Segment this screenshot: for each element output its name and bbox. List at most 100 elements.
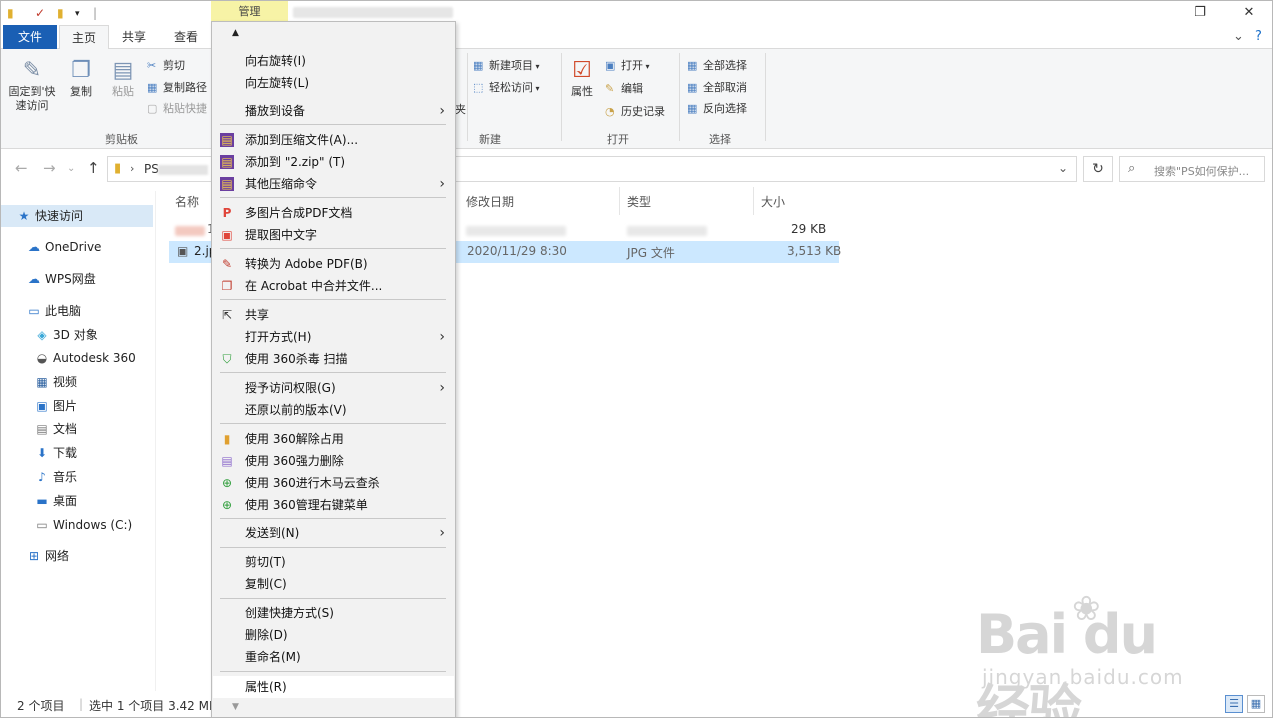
column-header-name[interactable]: 名称: [175, 193, 199, 210]
nav-item-documents[interactable]: ▤ 文档: [33, 418, 77, 440]
menu-item-menu-manage-360[interactable]: ⊕ 使用 360管理右键菜单: [212, 494, 455, 516]
properties-check-icon: ☑: [572, 58, 592, 83]
quick-access-dropdown-icon[interactable]: ▾: [75, 9, 80, 19]
pane-divider[interactable]: [155, 191, 156, 691]
menu-item-shred-360[interactable]: ▤ 使用 360强力删除: [212, 450, 455, 472]
menu-item-open-with[interactable]: 打开方式(H) ›: [212, 326, 455, 348]
cut-button[interactable]: ✂ 剪切: [147, 57, 185, 73]
scroll-up-icon[interactable]: ▲: [232, 28, 239, 38]
column-header-modified[interactable]: 修改日期: [466, 193, 514, 210]
menu-item-rotate-left[interactable]: 向左旋转(L): [212, 72, 455, 94]
menu-item-delete[interactable]: 删除(D): [212, 624, 455, 646]
nav-item-3d-objects[interactable]: ◈ 3D 对象: [33, 324, 97, 346]
paste-shortcut-button[interactable]: ▢ 粘贴快捷: [147, 100, 207, 116]
nav-item-network[interactable]: ⊞ 网络: [25, 545, 69, 567]
tab-view[interactable]: 查看: [161, 25, 211, 49]
nav-label: 图片: [53, 399, 78, 413]
edit-button[interactable]: ✎ 编辑: [605, 80, 643, 96]
search-input[interactable]: 搜索"PS如何保护...: [1154, 163, 1262, 179]
pdf-p-icon: P: [222, 206, 232, 220]
new-folder-quick-icon[interactable]: ▮: [57, 6, 64, 20]
tab-share[interactable]: 共享: [111, 25, 157, 49]
menu-item-label: 添加到 "2.zip" (T): [245, 155, 346, 169]
new-folder-partial-label: 夹: [455, 89, 466, 117]
nav-item-quick-access[interactable]: ★ 快速访问: [1, 205, 153, 227]
new-item-button[interactable]: ▦ 新建项目 ▾: [473, 57, 540, 73]
large-icons-view-button[interactable]: ▦: [1247, 695, 1265, 713]
menu-item-rename[interactable]: 重命名(M): [212, 646, 455, 668]
menu-item-cut[interactable]: 剪切(T): [212, 551, 455, 573]
menu-item-unlock-360[interactable]: ▮ 使用 360解除占用: [212, 428, 455, 450]
paste-label: 粘贴: [112, 85, 134, 98]
select-all-button[interactable]: ▦ 全部选择: [687, 57, 747, 73]
menu-item-send-to[interactable]: 发送到(N) ›: [212, 522, 455, 544]
column-header-type[interactable]: 类型: [627, 193, 651, 210]
menu-item-extract-text[interactable]: ▣ 提取图中文字: [212, 224, 455, 246]
menu-item-grant-access[interactable]: 授予访问权限(G) ›: [212, 377, 455, 399]
properties-quick-icon[interactable]: ✓: [35, 6, 45, 20]
submenu-arrow-icon: ›: [439, 525, 445, 541]
menu-item-convert-adobe-pdf[interactable]: ✎ 转换为 Adobe PDF(B): [212, 253, 455, 275]
chevron-down-icon[interactable]: ⌄: [1233, 29, 1244, 44]
file-size: 29 KB: [791, 222, 827, 236]
nav-item-downloads[interactable]: ⬇ 下载: [33, 442, 77, 464]
open-button[interactable]: ▣ 打开 ▾: [605, 57, 650, 73]
nav-item-pictures[interactable]: ▣ 图片: [33, 395, 77, 417]
restore-button[interactable]: ❐: [1190, 3, 1210, 23]
manage-context-tab[interactable]: 管理: [211, 1, 288, 23]
nav-item-onedrive[interactable]: ☁ OneDrive: [25, 236, 101, 258]
menu-item-add-to-zip[interactable]: ▤ 添加到 "2.zip" (T): [212, 151, 455, 173]
nav-item-this-pc[interactable]: ▭ 此电脑: [25, 300, 81, 322]
copy-label: 复制: [70, 85, 92, 98]
menu-item-combine-acrobat[interactable]: ❐ 在 Acrobat 中合并文件...: [212, 275, 455, 297]
file-size: 3,513 KB: [787, 244, 842, 258]
select-none-button[interactable]: ▦ 全部取消: [687, 79, 747, 95]
up-arrow-icon[interactable]: ↑: [87, 159, 100, 177]
menu-item-other-compress[interactable]: ▤ 其他压缩命令 ›: [212, 173, 455, 195]
close-button[interactable]: ✕: [1239, 3, 1259, 23]
menu-item-copy[interactable]: 复制(C): [212, 573, 455, 595]
menu-item-share[interactable]: ⇱ 共享: [212, 304, 455, 326]
column-separator[interactable]: [753, 187, 754, 215]
nav-item-wps[interactable]: ☁ WPS网盘: [25, 268, 96, 290]
nav-item-desktop[interactable]: ▬ 桌面: [33, 490, 77, 512]
address-dropdown-icon[interactable]: ⌄: [1058, 161, 1068, 175]
menu-item-merge-pdf[interactable]: P 多图片合成PDF文档: [212, 202, 455, 224]
nav-item-autodesk[interactable]: ◒ Autodesk 360: [33, 347, 136, 369]
refresh-button[interactable]: ↻: [1083, 156, 1113, 182]
forward-arrow-icon[interactable]: →: [43, 159, 56, 177]
help-icon[interactable]: ?: [1255, 29, 1262, 44]
back-arrow-icon[interactable]: ←: [15, 159, 28, 177]
menu-item-scan-360[interactable]: ⛉ 使用 360杀毒 扫描: [212, 348, 455, 370]
open-label: 打开: [621, 59, 643, 72]
pin-quick-access-button[interactable]: ✎ 固定到'快 速访问: [7, 57, 57, 113]
copy-path-button[interactable]: ▦ 复制路径: [147, 79, 207, 95]
easy-access-button[interactable]: ⬚ 轻松访问 ▾: [473, 79, 540, 95]
menu-item-properties[interactable]: 属性(R): [212, 676, 455, 698]
menu-item-rotate-right[interactable]: 向右旋转(I): [212, 50, 455, 72]
nav-item-windows-c[interactable]: ▭ Windows (C:): [33, 514, 132, 536]
properties-button[interactable]: ☑ 属性: [567, 57, 597, 99]
plus-circle-icon: ⊕: [221, 476, 233, 490]
tab-file[interactable]: 文件: [3, 25, 57, 49]
paste-button[interactable]: ▤ 粘贴: [105, 57, 141, 99]
history-button[interactable]: ◔ 历史记录: [605, 103, 665, 119]
menu-item-trojan-360[interactable]: ⊕ 使用 360进行木马云查杀: [212, 472, 455, 494]
column-header-size[interactable]: 大小: [761, 193, 785, 210]
copy-button[interactable]: ❐ 复制: [63, 57, 99, 99]
details-view-button[interactable]: ☰: [1225, 695, 1243, 713]
tab-home[interactable]: 主页: [59, 25, 109, 50]
winrar-icon: ▤: [220, 133, 234, 147]
nav-item-music[interactable]: ♪ 音乐: [33, 466, 77, 488]
search-box[interactable]: ⌕ 搜索"PS如何保护...: [1119, 156, 1265, 182]
menu-item-create-shortcut[interactable]: 创建快捷方式(S): [212, 602, 455, 624]
column-separator[interactable]: [619, 187, 620, 215]
menu-item-cast-to-device[interactable]: 播放到设备 ›: [212, 100, 455, 122]
invert-selection-button[interactable]: ▦ 反向选择: [687, 100, 747, 116]
menu-item-restore-versions[interactable]: 还原以前的版本(V): [212, 399, 455, 421]
submenu-arrow-icon: ›: [439, 176, 445, 192]
menu-item-add-to-archive[interactable]: ▤ 添加到压缩文件(A)...: [212, 129, 455, 151]
recent-dropdown-icon[interactable]: ⌄: [67, 163, 75, 174]
scroll-down-icon[interactable]: ▼: [232, 702, 239, 712]
nav-item-videos[interactable]: ▦ 视频: [33, 371, 77, 393]
